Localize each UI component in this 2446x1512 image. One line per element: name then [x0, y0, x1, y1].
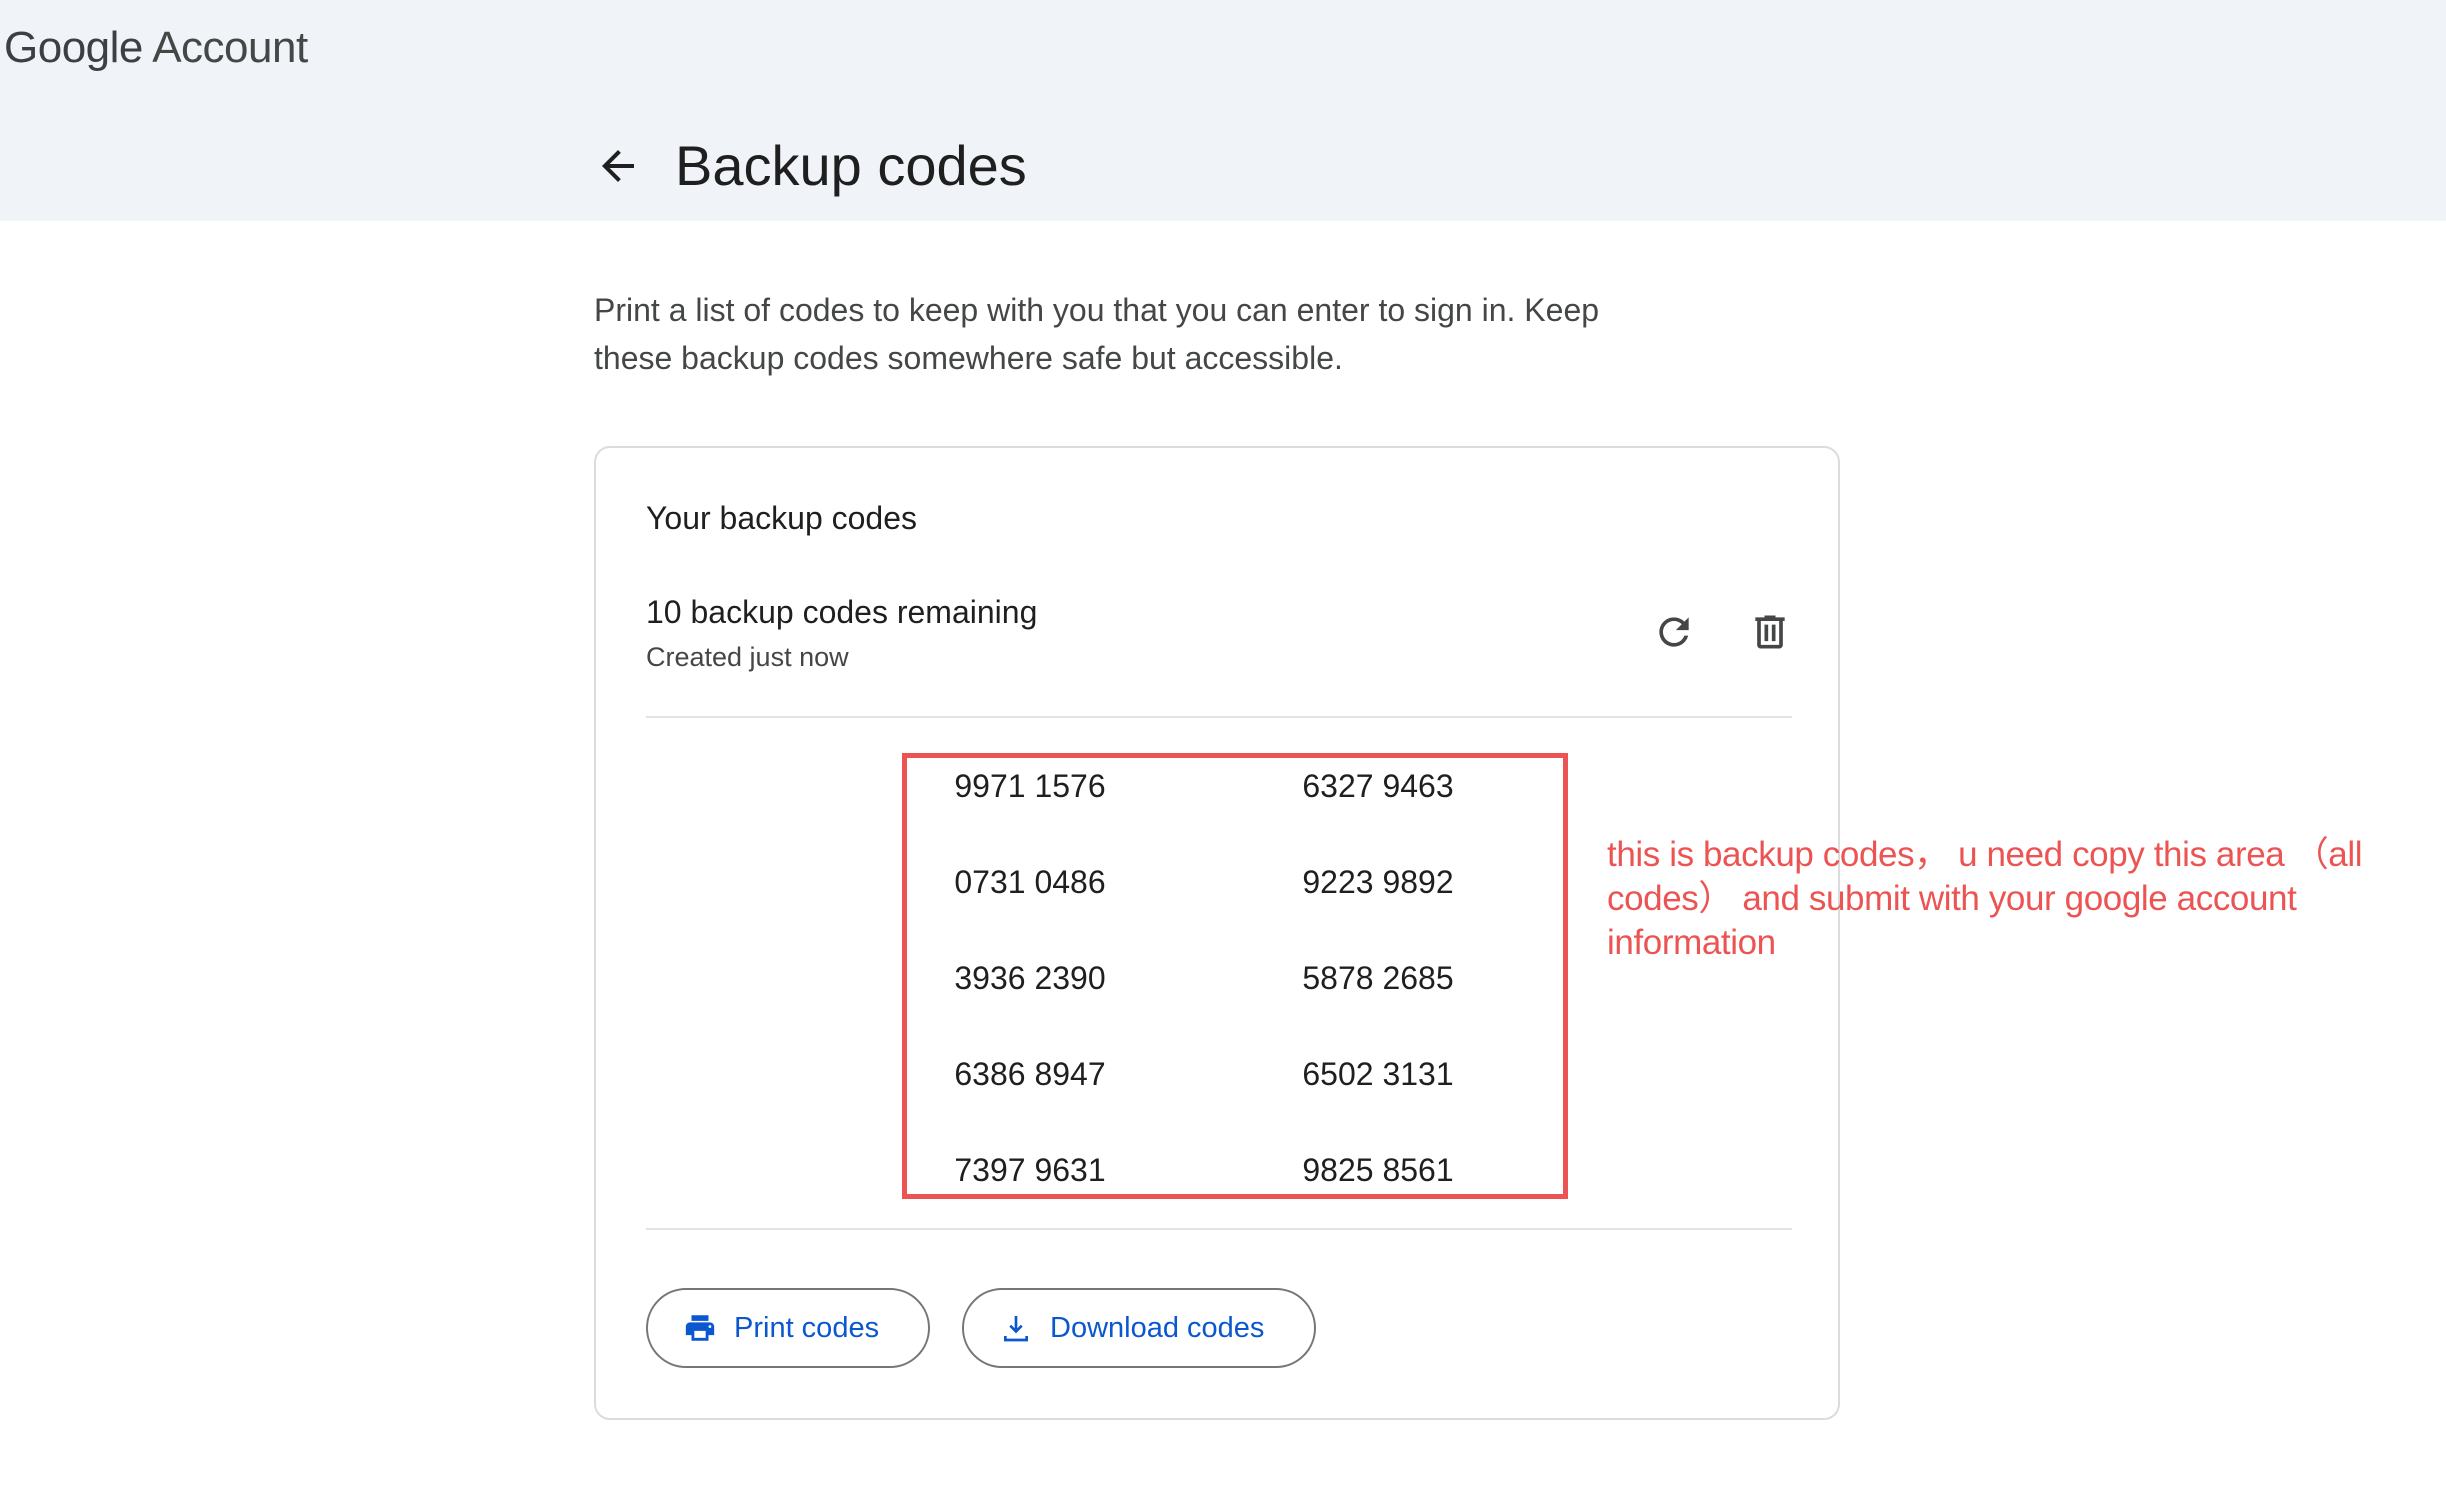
- download-codes-label: Download codes: [1050, 1312, 1265, 1344]
- print-codes-label: Print codes: [734, 1312, 880, 1344]
- print-codes-button[interactable]: Print codes: [646, 1288, 930, 1368]
- annotation-note: this is backup codes， u need copy this a…: [1607, 835, 2363, 962]
- google-account-logo[interactable]: Google Account: [4, 18, 308, 78]
- brand-account: Account: [152, 23, 308, 72]
- card-title: Your backup codes: [646, 500, 918, 536]
- codes-remaining-text: 10 backup codes remaining: [646, 594, 1038, 630]
- brand-google: Google: [4, 23, 143, 72]
- arrow-back-icon[interactable]: [594, 142, 642, 190]
- trash-icon: [1755, 615, 1785, 649]
- print-icon: [682, 1310, 718, 1346]
- delete-button[interactable]: [1742, 604, 1798, 660]
- intro-text: Print a list of codes to keep with you t…: [594, 292, 1600, 376]
- refresh-icon: [1659, 617, 1689, 647]
- highlight-box: [902, 753, 1568, 1199]
- download-icon: [998, 1310, 1034, 1346]
- refresh-button[interactable]: [1646, 604, 1702, 660]
- page-title: Backup codes: [675, 134, 1027, 197]
- divider-bottom: [646, 1228, 1792, 1230]
- header-bar: Google Account Backup codes: [0, 0, 2446, 221]
- download-codes-button[interactable]: Download codes: [962, 1288, 1316, 1368]
- created-text: Created just now: [646, 642, 849, 672]
- divider-top: [646, 716, 1792, 718]
